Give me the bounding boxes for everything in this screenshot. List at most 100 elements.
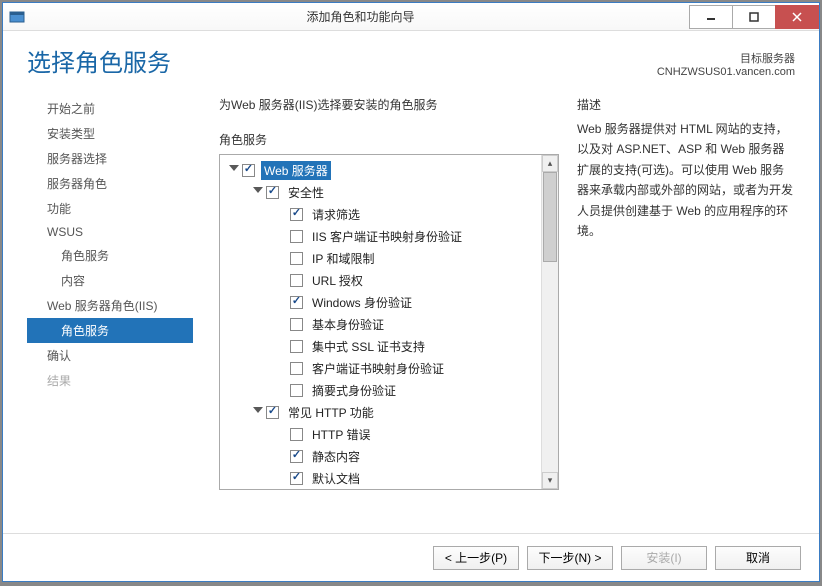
checkbox[interactable] bbox=[290, 362, 303, 375]
tree-node[interactable]: 默认文档 bbox=[220, 467, 541, 489]
expander-icon bbox=[276, 230, 288, 242]
checkbox[interactable] bbox=[290, 340, 303, 353]
nav-item: 结果 bbox=[27, 368, 193, 393]
titlebar: 添加角色和功能向导 bbox=[3, 3, 819, 31]
tree-node[interactable]: 客户端证书映射身份验证 bbox=[220, 357, 541, 379]
expander-icon bbox=[276, 208, 288, 220]
checkbox[interactable] bbox=[290, 318, 303, 331]
scroll-up-button[interactable]: ▴ bbox=[542, 155, 558, 172]
checkbox[interactable] bbox=[290, 472, 303, 485]
nav-item[interactable]: 服务器选择 bbox=[27, 146, 193, 171]
expander-icon[interactable] bbox=[252, 406, 264, 418]
tree-node-label: Windows 身份验证 bbox=[309, 293, 415, 312]
tree-section-label: 角色服务 bbox=[219, 131, 559, 148]
tree-node-label: IP 和域限制 bbox=[309, 249, 377, 268]
description-text: Web 服务器提供对 HTML 网站的支持，以及对 ASP.NET、ASP 和 … bbox=[577, 119, 795, 241]
checkbox[interactable] bbox=[290, 208, 303, 221]
tree-node[interactable]: 摘要式身份验证 bbox=[220, 379, 541, 401]
checkbox[interactable] bbox=[290, 428, 303, 441]
expander-icon[interactable] bbox=[228, 164, 240, 176]
tree-node-label: IIS 客户端证书映射身份验证 bbox=[309, 227, 465, 246]
tree-node[interactable]: Windows 身份验证 bbox=[220, 291, 541, 313]
checkbox[interactable] bbox=[290, 450, 303, 463]
nav-item[interactable]: 开始之前 bbox=[27, 96, 193, 121]
nav-item[interactable]: 服务器角色 bbox=[27, 171, 193, 196]
tree-node[interactable]: 集中式 SSL 证书支持 bbox=[220, 335, 541, 357]
expander-icon bbox=[276, 340, 288, 352]
tree-node-label: 请求筛选 bbox=[309, 205, 363, 224]
tree-node[interactable]: HTTP 错误 bbox=[220, 423, 541, 445]
expander-icon bbox=[276, 428, 288, 440]
tree-node-label: 默认文档 bbox=[309, 469, 363, 488]
tree-node-label: URL 授权 bbox=[309, 271, 366, 290]
tree-node-label: HTTP 错误 bbox=[309, 425, 373, 444]
expander-icon bbox=[276, 362, 288, 374]
expander-icon bbox=[276, 450, 288, 462]
checkbox[interactable] bbox=[290, 230, 303, 243]
instruction-text: 为Web 服务器(IIS)选择要安装的角色服务 bbox=[219, 96, 559, 113]
tree-node-label: 安全性 bbox=[285, 183, 327, 202]
scroll-down-button[interactable]: ▾ bbox=[542, 472, 558, 489]
expander-icon bbox=[276, 274, 288, 286]
nav-item[interactable]: 角色服务 bbox=[27, 243, 193, 268]
scroll-thumb[interactable] bbox=[543, 172, 557, 262]
nav-item[interactable]: WSUS bbox=[27, 221, 193, 243]
description-label: 描述 bbox=[577, 96, 795, 113]
tree-node[interactable]: 基本身份验证 bbox=[220, 313, 541, 335]
app-icon bbox=[9, 9, 25, 25]
checkbox[interactable] bbox=[242, 164, 255, 177]
tree-node[interactable]: URL 授权 bbox=[220, 269, 541, 291]
tree-node[interactable]: IP 和域限制 bbox=[220, 247, 541, 269]
wizard-nav: 开始之前安装类型服务器选择服务器角色功能WSUS角色服务内容Web 服务器角色(… bbox=[27, 96, 193, 523]
role-services-tree: Web 服务器安全性请求筛选 IIS 客户端证书映射身份验证 IP 和域限制 URL … bbox=[219, 154, 559, 490]
scrollbar-vertical[interactable]: ▴ ▾ bbox=[541, 155, 558, 489]
checkbox[interactable] bbox=[290, 252, 303, 265]
expander-icon bbox=[276, 296, 288, 308]
nav-item[interactable]: 功能 bbox=[27, 196, 193, 221]
nav-item[interactable]: 角色服务 bbox=[27, 318, 193, 343]
close-button[interactable] bbox=[775, 5, 819, 29]
scroll-track[interactable] bbox=[542, 172, 558, 472]
tree-node[interactable]: 常见 HTTP 功能 bbox=[220, 401, 541, 423]
tree-node-label: 集中式 SSL 证书支持 bbox=[309, 337, 428, 356]
nav-item[interactable]: 确认 bbox=[27, 343, 193, 368]
tree-viewport: Web 服务器安全性请求筛选 IIS 客户端证书映射身份验证 IP 和域限制 URL … bbox=[220, 155, 541, 489]
window-title: 添加角色和功能向导 bbox=[31, 8, 690, 25]
nav-item[interactable]: Web 服务器角色(IIS) bbox=[27, 293, 193, 318]
tree-node-label: 基本身份验证 bbox=[309, 315, 387, 334]
expander-icon bbox=[276, 318, 288, 330]
nav-item[interactable]: 内容 bbox=[27, 268, 193, 293]
maximize-button[interactable] bbox=[732, 5, 776, 29]
page-title: 选择角色服务 bbox=[27, 43, 171, 78]
expander-icon[interactable] bbox=[252, 186, 264, 198]
wizard-window: 添加角色和功能向导 选择角色服务 目标服务器 CNHZWSUS01.vancen… bbox=[2, 2, 820, 582]
cancel-button[interactable]: 取消 bbox=[715, 546, 801, 570]
tree-node-label: 摘要式身份验证 bbox=[309, 381, 399, 400]
tree-node[interactable]: Web 服务器 bbox=[220, 159, 541, 181]
previous-button[interactable]: < 上一步(P) bbox=[433, 546, 519, 570]
tree-node-label: Web 服务器 bbox=[261, 161, 331, 180]
nav-item[interactable]: 安装类型 bbox=[27, 121, 193, 146]
checkbox[interactable] bbox=[290, 296, 303, 309]
expander-icon bbox=[276, 472, 288, 484]
tree-node-label: 常见 HTTP 功能 bbox=[285, 403, 377, 422]
tree-node[interactable]: IIS 客户端证书映射身份验证 bbox=[220, 225, 541, 247]
destination-info: 目标服务器 CNHZWSUS01.vancen.com bbox=[657, 50, 795, 78]
next-button[interactable]: 下一步(N) > bbox=[527, 546, 613, 570]
checkbox[interactable] bbox=[266, 186, 279, 199]
content-area: 选择角色服务 目标服务器 CNHZWSUS01.vancen.com 开始之前安… bbox=[3, 31, 819, 533]
expander-icon bbox=[276, 384, 288, 396]
destination-label: 目标服务器 bbox=[657, 50, 795, 66]
tree-node-label: 静态内容 bbox=[309, 447, 363, 466]
minimize-button[interactable] bbox=[689, 5, 733, 29]
checkbox[interactable] bbox=[290, 274, 303, 287]
tree-node[interactable]: 请求筛选 bbox=[220, 203, 541, 225]
tree-node[interactable]: 静态内容 bbox=[220, 445, 541, 467]
install-button[interactable]: 安装(I) bbox=[621, 546, 707, 570]
wizard-footer: < 上一步(P) 下一步(N) > 安装(I) 取消 bbox=[3, 533, 819, 581]
destination-server: CNHZWSUS01.vancen.com bbox=[657, 66, 795, 78]
tree-node[interactable]: 安全性 bbox=[220, 181, 541, 203]
checkbox[interactable] bbox=[266, 406, 279, 419]
checkbox[interactable] bbox=[290, 384, 303, 397]
expander-icon bbox=[276, 252, 288, 264]
